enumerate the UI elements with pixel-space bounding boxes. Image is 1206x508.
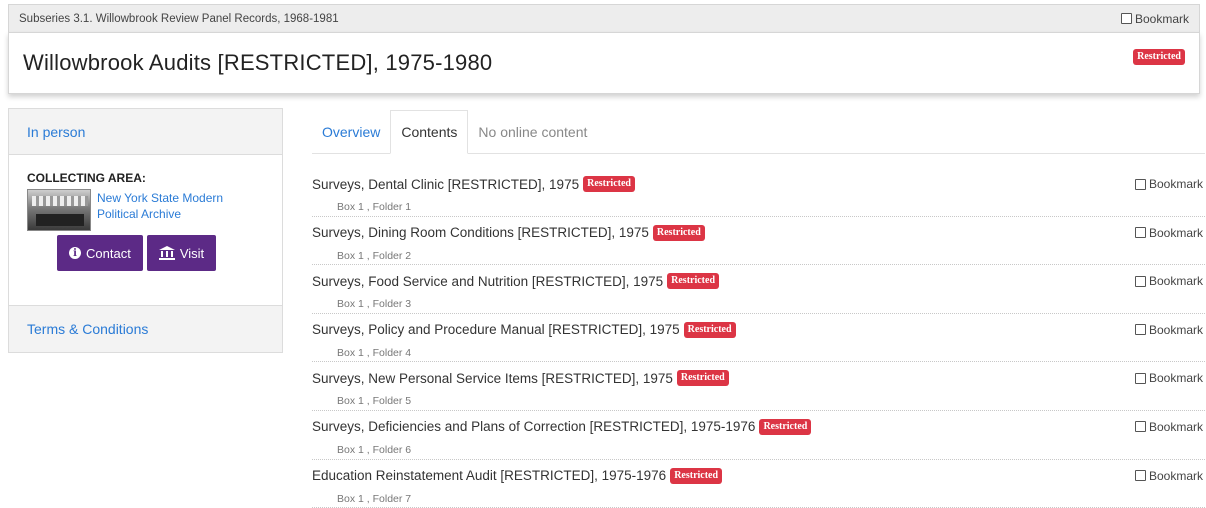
- item-location: Box 1 , Folder 5: [337, 395, 412, 408]
- bookmark-checkbox[interactable]: [1134, 372, 1146, 384]
- bookmark-label: Bookmark: [1134, 11, 1189, 26]
- list-item: Surveys, Dental Clinic [RESTRICTED], 197…: [312, 168, 1205, 217]
- item-location: Box 1 , Folder 3: [337, 298, 412, 311]
- bookmark-toggle[interactable]: Bookmark: [1134, 225, 1203, 240]
- list-item: Surveys, New Personal Service Items [RES…: [312, 362, 1205, 411]
- action-buttons: i Contact Visit: [57, 235, 264, 271]
- list-item: Surveys, Dining Room Conditions [RESTRIC…: [312, 217, 1205, 266]
- collecting-area-row: New York State Modern Political Archive: [27, 189, 264, 231]
- bookmark-toggle[interactable]: Bookmark: [1120, 11, 1189, 26]
- item-title[interactable]: Surveys, Food Service and Nutrition [RES…: [312, 274, 663, 289]
- content-tabs: Overview Contents No online content: [312, 110, 1205, 154]
- bookmark-label: Bookmark: [1148, 274, 1203, 289]
- breadcrumb-bar: Subseries 3.1. Willowbrook Review Panel …: [8, 4, 1200, 32]
- item-location: Box 1 , Folder 1: [337, 201, 412, 213]
- restricted-badge: Restricted: [683, 321, 736, 338]
- restricted-badge: Restricted: [652, 224, 705, 241]
- list-item: Surveys, Policy and Procedure Manual [RE…: [312, 314, 1205, 363]
- list-item: Surveys, Food Service and Nutrition [RES…: [312, 265, 1205, 314]
- tab-no-online-content[interactable]: No online content: [468, 110, 597, 154]
- terms-link[interactable]: Terms & Conditions: [27, 321, 148, 337]
- in-person-header[interactable]: In person: [9, 109, 282, 155]
- bookmark-toggle[interactable]: Bookmark: [1134, 322, 1203, 337]
- terms-footer: Terms & Conditions: [9, 306, 282, 352]
- item-title[interactable]: Surveys, New Personal Service Items [RES…: [312, 371, 673, 386]
- list-item: Surveys, Deficiencies and Plans of Corre…: [312, 411, 1205, 460]
- item-location: Box 1 , Folder 6: [337, 443, 412, 456]
- bookmark-checkbox[interactable]: [1134, 275, 1146, 287]
- bookmark-checkbox[interactable]: [1134, 324, 1146, 336]
- visit-button[interactable]: Visit: [146, 235, 217, 271]
- item-title[interactable]: Education Reinstatement Audit [RESTRICTE…: [312, 468, 666, 483]
- item-title[interactable]: Surveys, Dental Clinic [RESTRICTED], 197…: [312, 177, 579, 192]
- bookmark-toggle[interactable]: Bookmark: [1134, 177, 1203, 191]
- tab-overview[interactable]: Overview: [312, 110, 390, 154]
- bookmark-toggle[interactable]: Bookmark: [1134, 274, 1203, 289]
- list-item: Education Reinstatement Audit [RESTRICTE…: [312, 460, 1205, 508]
- contents-list: Surveys, Dental Clinic [RESTRICTED], 197…: [312, 168, 1205, 508]
- building-icon: [158, 246, 175, 260]
- bookmark-label: Bookmark: [1148, 225, 1203, 240]
- item-location: Box 1 , Folder 4: [337, 346, 412, 359]
- bookmark-label: Bookmark: [1148, 177, 1203, 191]
- collecting-area-link[interactable]: New York State Modern Political Archive: [97, 190, 247, 231]
- collecting-area-thumbnail: [27, 189, 91, 231]
- title-card: Willowbrook Audits [RESTRICTED], 1975-19…: [8, 32, 1200, 94]
- item-title[interactable]: Surveys, Policy and Procedure Manual [RE…: [312, 322, 680, 337]
- bookmark-toggle[interactable]: Bookmark: [1134, 371, 1203, 386]
- page-title: Willowbrook Audits [RESTRICTED], 1975-19…: [23, 50, 493, 75]
- item-location: Box 1 , Folder 7: [337, 492, 412, 505]
- restricted-badge: Restricted: [667, 273, 720, 290]
- sidebar: In person COLLECTING AREA: New York Stat…: [8, 108, 283, 353]
- breadcrumb[interactable]: Subseries 3.1. Willowbrook Review Panel …: [19, 13, 339, 25]
- contact-label: Contact: [86, 245, 131, 261]
- visit-label: Visit: [179, 245, 205, 261]
- restricted-badge: Restricted: [676, 370, 729, 387]
- bookmark-label: Bookmark: [1148, 419, 1203, 434]
- bookmark-checkbox[interactable]: [1134, 470, 1146, 482]
- bookmark-toggle[interactable]: Bookmark: [1134, 468, 1203, 483]
- bookmark-checkbox[interactable]: [1134, 227, 1146, 239]
- bookmark-checkbox[interactable]: [1120, 13, 1132, 24]
- bookmark-label: Bookmark: [1148, 468, 1203, 483]
- info-icon: i: [69, 247, 81, 259]
- contact-button[interactable]: i Contact: [57, 235, 143, 271]
- in-person-link[interactable]: In person: [27, 124, 85, 140]
- tab-contents[interactable]: Contents: [390, 110, 469, 154]
- in-person-card: In person COLLECTING AREA: New York Stat…: [8, 108, 283, 353]
- collecting-area-section: COLLECTING AREA: New York State Modern P…: [9, 155, 282, 306]
- bookmark-checkbox[interactable]: [1134, 421, 1146, 433]
- restricted-badge: Restricted: [583, 176, 635, 192]
- bookmark-label: Bookmark: [1148, 371, 1203, 386]
- item-location: Box 1 , Folder 2: [337, 249, 412, 262]
- bookmark-toggle[interactable]: Bookmark: [1134, 419, 1203, 434]
- item-title[interactable]: Surveys, Deficiencies and Plans of Corre…: [312, 419, 755, 434]
- bookmark-label: Bookmark: [1148, 322, 1203, 337]
- restricted-badge: Restricted: [759, 418, 812, 435]
- restricted-badge: Restricted: [1133, 49, 1185, 65]
- bookmark-checkbox[interactable]: [1134, 178, 1146, 190]
- collecting-area-label: COLLECTING AREA:: [27, 171, 146, 185]
- item-title[interactable]: Surveys, Dining Room Conditions [RESTRIC…: [312, 225, 649, 240]
- restricted-badge: Restricted: [670, 467, 723, 484]
